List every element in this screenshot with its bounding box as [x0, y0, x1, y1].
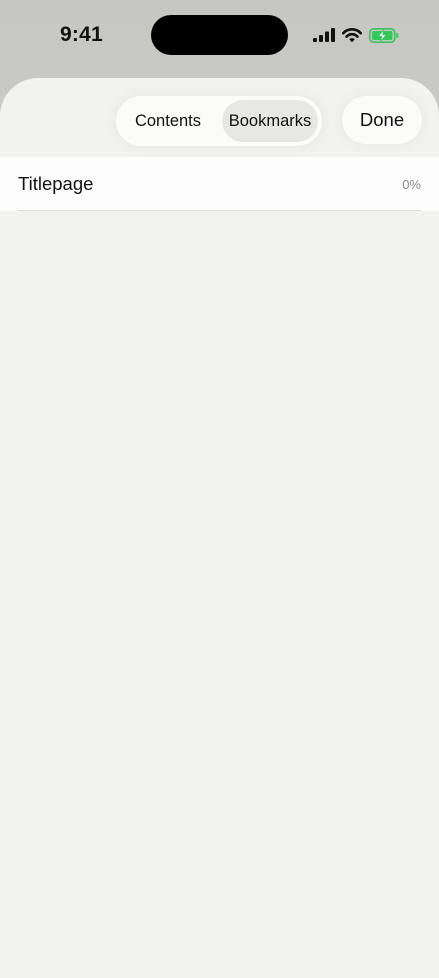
- status-bar: 9:41: [0, 0, 439, 70]
- bookmark-title: Titlepage: [18, 173, 94, 194]
- battery-charging-icon: [369, 27, 399, 43]
- cellular-signal-icon: [313, 28, 335, 42]
- done-button[interactable]: Done: [342, 96, 422, 144]
- tab-bookmarks[interactable]: Bookmarks: [222, 100, 318, 142]
- bookmark-progress: 0%: [402, 177, 421, 192]
- wifi-icon: [342, 27, 362, 42]
- bookmarks-list: Titlepage 0%: [0, 157, 439, 211]
- bookmarks-sheet: Contents Bookmarks Done Titlepage 0%: [0, 78, 439, 978]
- bookmark-row[interactable]: Titlepage 0%: [0, 157, 439, 211]
- tab-contents[interactable]: Contents: [120, 100, 216, 142]
- status-icons: [313, 26, 399, 44]
- contents-bookmarks-segmented-control: Contents Bookmarks: [116, 96, 322, 146]
- row-divider: [18, 210, 421, 211]
- dynamic-island: [151, 15, 288, 55]
- status-time: 9:41: [60, 23, 103, 46]
